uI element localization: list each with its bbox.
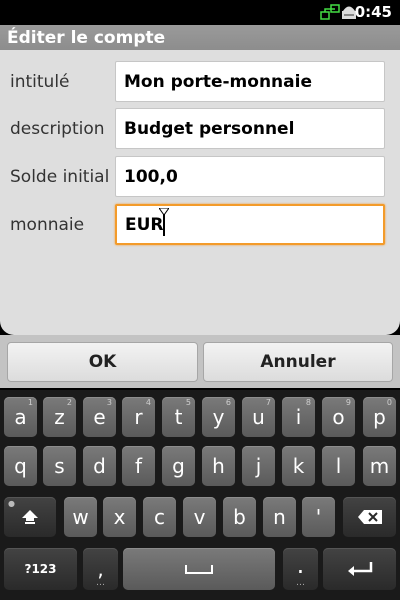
form-row-monnaie: monnaie EUR: [0, 203, 400, 249]
cancel-button[interactable]: Annuler: [203, 342, 393, 382]
space-key[interactable]: [123, 548, 275, 590]
key-v[interactable]: v: [183, 497, 216, 537]
edit-account-dialog: intitulé Mon porte-monnaie description B…: [0, 50, 400, 335]
backspace-icon: [357, 510, 382, 524]
description-label: description: [10, 119, 105, 139]
solde-initial-label: Solde initial: [10, 167, 110, 187]
key-x[interactable]: x: [103, 497, 136, 537]
enter-key[interactable]: [323, 548, 396, 590]
key-w[interactable]: w: [64, 497, 97, 537]
key-h[interactable]: h: [202, 446, 235, 486]
soft-keyboard: a1 z2 e3 r4 t5 y6 u7 i8 o9 p0 q s d f g …: [0, 390, 400, 600]
dialog-button-bar: OK Annuler: [0, 335, 400, 388]
key-d[interactable]: d: [83, 446, 116, 486]
key-l[interactable]: l: [322, 446, 355, 486]
comma-key-dots: …: [96, 578, 105, 588]
key-f[interactable]: f: [122, 446, 155, 486]
key-g[interactable]: g: [162, 446, 195, 486]
description-input[interactable]: Budget personnel: [115, 108, 385, 149]
monnaie-value: EUR: [125, 215, 164, 235]
dialog-title: Éditer le compte: [7, 28, 166, 48]
network-icon: [320, 4, 340, 20]
key-i[interactable]: i8: [282, 397, 315, 437]
form-row-solde-initial: Solde initial 100,0: [0, 155, 400, 201]
monnaie-label: monnaie: [10, 215, 85, 235]
key-t[interactable]: t5: [162, 397, 195, 437]
text-caret: [163, 214, 165, 236]
key-u[interactable]: u7: [242, 397, 275, 437]
dialog-titlebar: Éditer le compte: [0, 25, 400, 50]
key-q[interactable]: q: [4, 446, 37, 486]
key-j[interactable]: j: [242, 446, 275, 486]
period-key-dots: …: [296, 578, 305, 588]
comma-key[interactable]: ,…: [83, 548, 118, 590]
key-m[interactable]: m: [363, 446, 396, 486]
intitule-input[interactable]: Mon porte-monnaie: [115, 61, 385, 102]
description-value: Budget personnel: [124, 119, 295, 139]
key-apostrophe[interactable]: ': [302, 497, 335, 537]
form-row-intitule: intitulé Mon porte-monnaie: [0, 60, 400, 106]
clock: 0:45: [354, 3, 392, 21]
key-y[interactable]: y6: [202, 397, 235, 437]
key-e[interactable]: e3: [83, 397, 116, 437]
monnaie-input[interactable]: EUR: [115, 204, 385, 245]
ok-button[interactable]: OK: [7, 342, 198, 382]
shift-key-dot: ●: [8, 499, 15, 508]
space-icon: [185, 565, 213, 574]
key-p[interactable]: p0: [363, 397, 396, 437]
status-bar: 0:45: [0, 0, 400, 25]
form-row-description: description Budget personnel: [0, 107, 400, 153]
key-k[interactable]: k: [282, 446, 315, 486]
period-key[interactable]: .…: [283, 548, 318, 590]
key-c[interactable]: c: [143, 497, 176, 537]
shift-icon: [22, 510, 38, 524]
key-o[interactable]: o9: [322, 397, 355, 437]
key-n[interactable]: n: [263, 497, 296, 537]
solde-initial-input[interactable]: 100,0: [115, 156, 385, 197]
intitule-value: Mon porte-monnaie: [124, 72, 312, 92]
solde-initial-value: 100,0: [124, 167, 178, 187]
shift-key[interactable]: ●: [4, 497, 56, 537]
key-b[interactable]: b: [223, 497, 256, 537]
symbols-key[interactable]: ?123: [4, 548, 77, 590]
key-s[interactable]: s: [43, 446, 76, 486]
key-a[interactable]: a1: [4, 397, 37, 437]
delete-key[interactable]: [343, 497, 396, 537]
key-z[interactable]: z2: [43, 397, 76, 437]
key-r[interactable]: r4: [122, 397, 155, 437]
intitule-label: intitulé: [10, 72, 70, 92]
enter-icon: [347, 562, 372, 576]
